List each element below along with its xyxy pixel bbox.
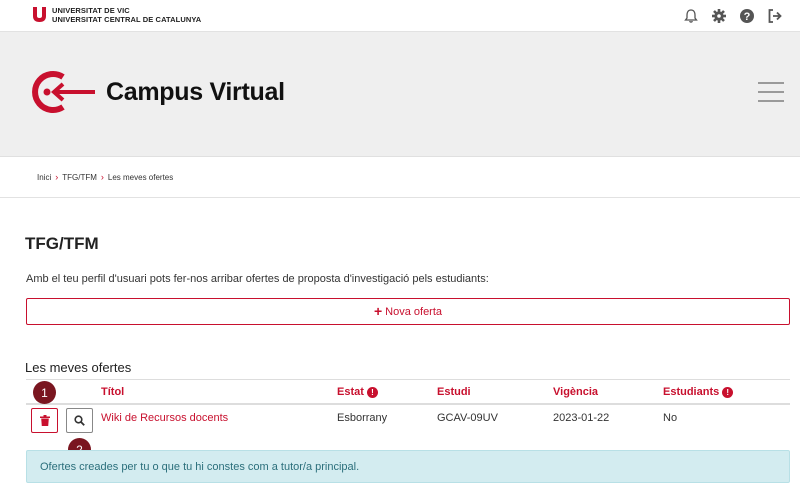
- new-offer-label: Nova oferta: [385, 305, 443, 318]
- breadcrumb-home[interactable]: Inici: [37, 173, 51, 182]
- column-header-title[interactable]: Títol: [101, 386, 124, 398]
- uvic-logo[interactable]: [33, 7, 46, 22]
- site-title: Campus Virtual: [106, 78, 285, 106]
- menu-icon[interactable]: [758, 82, 784, 104]
- offer-validity: 2023-01-22: [553, 412, 610, 424]
- table-header: Títol Estat ! Estudi Vigència Estudiants…: [26, 379, 790, 405]
- search-icon: [74, 415, 85, 426]
- breadcrumb: Inici › TFG/TFM › Les meves ofertes: [37, 172, 173, 182]
- offer-title-link[interactable]: Wiki de Recursos docents: [101, 412, 228, 424]
- breadcrumb-separator-icon: ›: [55, 172, 59, 182]
- column-title-label: Títol: [101, 386, 125, 398]
- site-header: Campus Virtual: [0, 32, 800, 157]
- delete-button[interactable]: [31, 408, 58, 433]
- info-icon[interactable]: !: [366, 386, 378, 398]
- offer-study: GCAV-09UV: [437, 412, 498, 424]
- help-icon[interactable]: ?: [739, 8, 755, 24]
- institution-name: UNIVERSITAT DE VIC UNIVERSITAT CENTRAL D…: [52, 6, 201, 24]
- campus-virtual-logo[interactable]: [25, 68, 97, 116]
- top-icons: ?: [683, 8, 783, 24]
- offer-students: No: [663, 412, 678, 424]
- column-header-students[interactable]: Estudiants !: [663, 386, 734, 398]
- column-study-label: Estudi: [437, 386, 471, 398]
- column-validity-label: Vigència: [553, 386, 599, 398]
- breadcrumb-separator-icon: ›: [100, 172, 104, 182]
- column-status-label: Estat: [337, 386, 364, 398]
- plus-icon: +: [373, 303, 383, 319]
- new-offer-button[interactable]: + Nova oferta: [26, 298, 790, 325]
- info-note: Ofertes creades per tu o que tu hi const…: [26, 450, 790, 483]
- top-bar: UNIVERSITAT DE VIC UNIVERSITAT CENTRAL D…: [0, 0, 800, 32]
- page-title: TFG/TFM: [25, 234, 99, 253]
- breadcrumb-tfg[interactable]: TFG/TFM: [62, 173, 97, 182]
- breadcrumb-current: Les meves ofertes: [107, 172, 174, 182]
- bell-icon[interactable]: [683, 8, 699, 24]
- column-header-validity[interactable]: Vigència: [553, 386, 598, 398]
- info-icon[interactable]: !: [722, 386, 734, 398]
- intro-text: Amb el teu perfil d'usuari pots fer-nos …: [26, 273, 489, 285]
- table-row: Wiki de Recursos docents Esborrany GCAV-…: [26, 405, 790, 435]
- view-button[interactable]: [66, 408, 93, 433]
- section-title: Les meves ofertes: [25, 360, 132, 375]
- institution-line-2: UNIVERSITAT CENTRAL DE CATALUNYA: [52, 15, 202, 24]
- column-header-study[interactable]: Estudi: [437, 386, 471, 398]
- logout-icon[interactable]: [767, 8, 783, 24]
- gear-icon[interactable]: [711, 8, 727, 24]
- institution-line-1: UNIVERSITAT DE VIC: [52, 6, 130, 15]
- trash-icon: [39, 415, 50, 426]
- svg-text:?: ?: [744, 11, 751, 23]
- offer-status: Esborrany: [337, 412, 388, 424]
- column-header-status[interactable]: Estat !: [337, 386, 378, 398]
- breadcrumb-bar: Inici › TFG/TFM › Les meves ofertes: [0, 157, 800, 198]
- column-students-label: Estudiants: [663, 386, 720, 398]
- step-marker-1: 1: [33, 381, 56, 404]
